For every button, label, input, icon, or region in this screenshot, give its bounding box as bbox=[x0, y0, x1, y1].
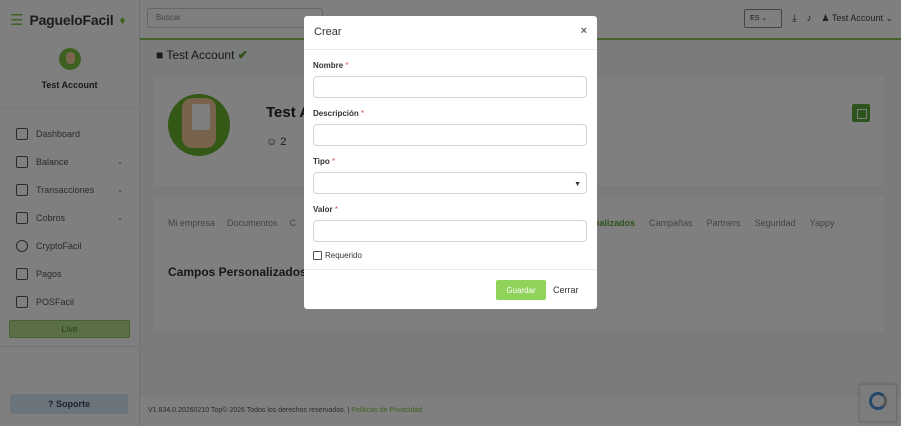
nombre-label-text: Nombre bbox=[313, 61, 344, 70]
requerido-checkbox[interactable] bbox=[313, 250, 322, 260]
create-modal: Crear × Nombre * Descripción * Tipo * ▼ … bbox=[304, 16, 597, 309]
requerido-row: Requerido bbox=[313, 249, 588, 261]
descripcion-label-text: Descripción bbox=[313, 109, 359, 118]
required-mark: * bbox=[331, 157, 336, 166]
cancel-button[interactable]: Cerrar bbox=[553, 285, 579, 295]
required-mark: * bbox=[334, 205, 338, 214]
required-mark: * bbox=[361, 109, 365, 118]
modal-header: Crear × bbox=[304, 16, 597, 50]
tipo-select-wrap: ▼ bbox=[313, 172, 588, 194]
valor-input[interactable] bbox=[313, 220, 587, 242]
descripcion-label: Descripción * bbox=[313, 109, 588, 119]
save-button[interactable]: Guardar bbox=[496, 280, 546, 300]
requerido-label[interactable]: Requerido bbox=[325, 251, 362, 260]
modal-body: Nombre * Descripción * Tipo * ▼ Valor * … bbox=[304, 61, 597, 261]
valor-label: Valor * bbox=[313, 205, 588, 215]
tipo-select[interactable] bbox=[313, 172, 587, 194]
required-mark: * bbox=[345, 61, 349, 70]
valor-label-text: Valor bbox=[313, 205, 333, 214]
modal-footer: Guardar Cerrar bbox=[304, 269, 597, 309]
modal-title: Crear bbox=[314, 26, 342, 38]
nombre-input[interactable] bbox=[313, 76, 587, 98]
tipo-label: Tipo * bbox=[313, 157, 588, 167]
descripcion-input[interactable] bbox=[313, 124, 587, 146]
tipo-label-text: Tipo bbox=[313, 157, 330, 166]
nombre-label: Nombre * bbox=[313, 61, 588, 71]
close-icon[interactable]: × bbox=[581, 25, 587, 37]
